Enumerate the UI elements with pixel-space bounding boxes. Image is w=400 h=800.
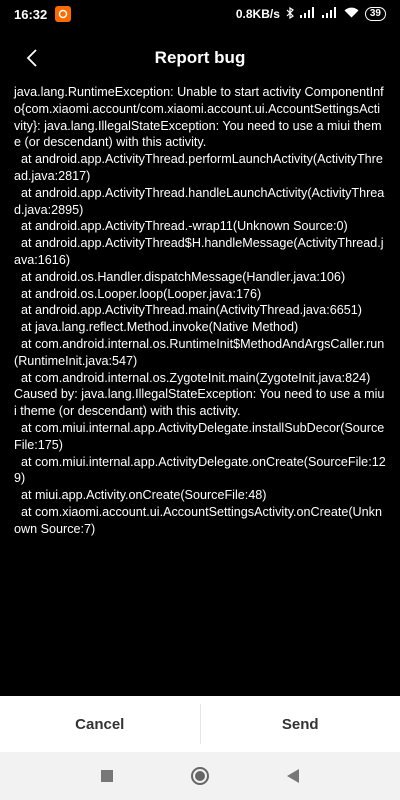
header: Report bug: [0, 28, 400, 88]
page-title: Report bug: [154, 48, 246, 67]
back-arrow-icon: [26, 49, 37, 67]
signal-icon: [321, 7, 338, 21]
recent-apps-button[interactable]: [87, 756, 127, 796]
navigation-bar: [0, 752, 400, 800]
back-button[interactable]: [18, 42, 46, 74]
status-bar: 16:32 0.8KB/s 39: [0, 0, 400, 28]
home-button[interactable]: [180, 756, 220, 796]
net-speed: 0.8KB/s: [235, 7, 280, 21]
cancel-button[interactable]: Cancel: [0, 696, 200, 752]
battery-level: 39: [369, 8, 381, 19]
action-bar: Cancel Send: [0, 696, 400, 752]
signal-icon: [299, 7, 316, 21]
back-icon: [287, 769, 300, 783]
bluetooth-icon: [286, 6, 294, 22]
battery-icon: 39: [364, 7, 386, 21]
status-time: 16:32: [14, 6, 48, 22]
nav-back-button[interactable]: [273, 756, 313, 796]
bug-report-log[interactable]: java.lang.RuntimeException: Unable to st…: [0, 84, 400, 692]
wifi-icon: [344, 7, 359, 21]
app-notification-icon: [55, 6, 72, 22]
recent-apps-icon: [100, 770, 113, 782]
stack-trace-text: java.lang.RuntimeException: Unable to st…: [14, 85, 386, 536]
send-button[interactable]: Send: [201, 696, 400, 752]
home-icon: [190, 767, 209, 785]
status-left: 16:32: [14, 6, 72, 22]
status-right: 0.8KB/s 39: [235, 6, 386, 22]
